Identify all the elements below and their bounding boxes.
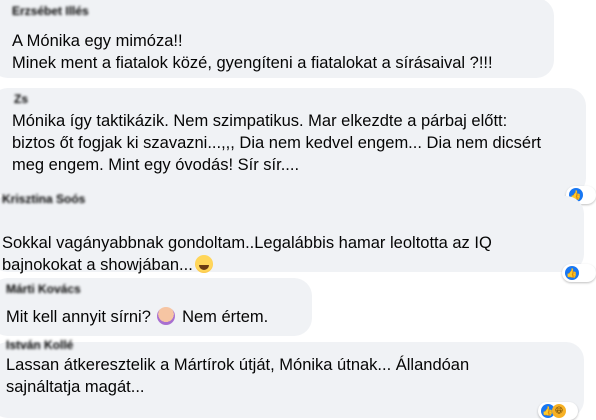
comment-text: A Mónika egy mimóza!! Minek ment a fiata… xyxy=(12,32,493,72)
reaction-summary[interactable]: 👍 xyxy=(562,264,596,282)
comment-author[interactable]: Márti Kovács xyxy=(6,282,81,296)
comment-text: Sokkal vagányabbnak gondoltam..Legalábbi… xyxy=(2,210,492,276)
comment-text: Lassan átkeresztelik a Mártírok útját, M… xyxy=(6,356,470,396)
comment-text-after: Nem értem. xyxy=(182,308,269,326)
comment-text: Mónika így taktikázik. Nem szimpatikus. … xyxy=(12,112,542,174)
comment-bubble: Erzsébet Illés A Mónika egy mimóza!! Min… xyxy=(0,0,554,78)
laughing-emoji-icon xyxy=(194,255,213,273)
reaction-summary[interactable]: 👍 😆 xyxy=(538,402,578,420)
facepalm-emoji-icon xyxy=(157,307,176,325)
comment-author[interactable]: Krisztina Soós xyxy=(2,192,85,206)
comment-author[interactable]: Erzsébet Illés xyxy=(12,4,89,18)
comment-author[interactable]: István Kollé xyxy=(6,338,73,352)
comment-text-content: Sokkal vagányabbnak gondoltam..Legalábbi… xyxy=(2,234,492,274)
comment-author[interactable]: Zs xyxy=(14,92,28,106)
comment-bubble: Márti Kovács Mit kell annyit sírni? Nem … xyxy=(0,278,312,336)
comment-bubble: Krisztina Soós Sokkal vagányabbnak gondo… xyxy=(0,192,584,274)
comment-text: Mit kell annyit sírni? Nem értem. xyxy=(6,306,268,328)
like-icon: 👍 xyxy=(565,266,579,280)
comment-text-before: Mit kell annyit sírni? xyxy=(6,308,151,326)
comment-bubble: Zs Mónika így taktikázik. Nem szimpatiku… xyxy=(0,88,586,196)
comment-bubble: István Kollé Lassan átkeresztelik a Márt… xyxy=(0,338,584,418)
haha-icon: 😆 xyxy=(552,404,566,418)
